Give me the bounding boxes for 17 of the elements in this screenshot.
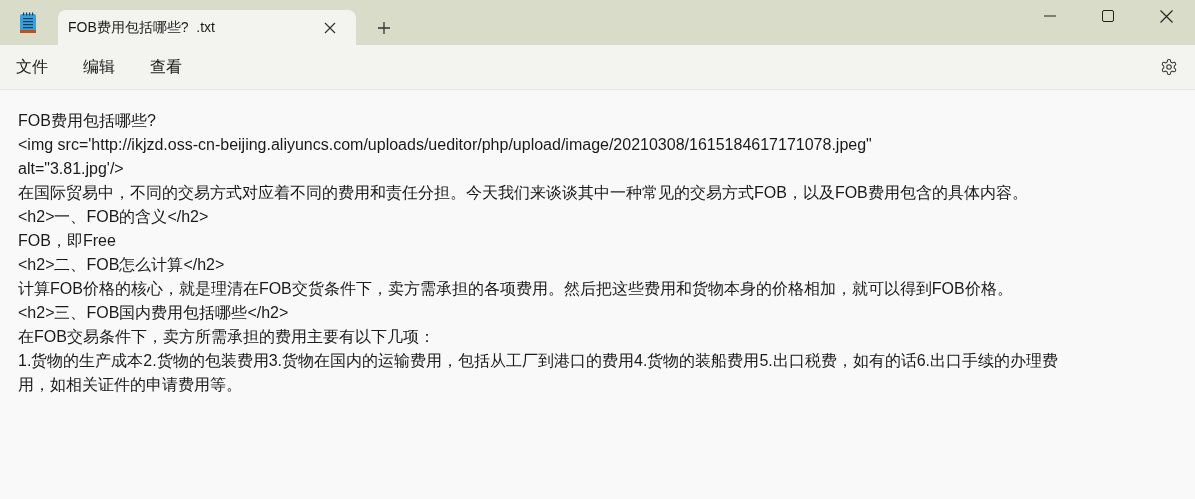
text-line: <h2>三、FOB国内费用包括哪些</h2> — [18, 303, 290, 323]
text-line: 在国际贸易中，不同的交易方式对应着不同的费用和责任分担。今天我们来谈谈其中一种常见的交易方式FOB，以及FOB费用包含的具体内容。 — [18, 183, 1029, 203]
text-line: <h2>二、FOB怎么计算</h2> — [18, 255, 226, 275]
file-tab[interactable]: FOB费用包括哪些? .txt — [58, 10, 356, 45]
notepad-icon — [19, 12, 37, 34]
text-line: FOB费用包括哪些? — [18, 111, 157, 131]
text-line: <h2>一、FOB的含义</h2> — [18, 207, 210, 227]
menu-item[interactable]: 编辑 — [72, 52, 126, 82]
menu-item[interactable]: 文件 — [5, 52, 59, 82]
text-line: 在FOB交易条件下，卖方所需承担的费用主要有以下几项： — [18, 327, 436, 347]
text-line: alt="3.81.jpg'/> — [18, 159, 125, 179]
text-line: 1.货物的生产成本2.货物的包装费用3.货物在国内的运输费用，包括从工厂到港口的费用4.货物的装船费用5.出口税费，如有的话6.出口手续的办理费 — [18, 351, 1060, 371]
text-line: FOB，即Free — [18, 231, 117, 251]
text-line: 用，如相关证件的申请费用等。 — [18, 375, 243, 395]
menu-item[interactable]: 查看 — [139, 52, 193, 82]
text-line: 计算FOB价格的核心，就是理清在FOB交货条件下，卖方需承担的各项费用。然后把这些费用和货物本身的价格相加，就可以得到FOB价格。 — [18, 279, 1014, 299]
text-line: <img src='http://ikjzd.oss-cn-beijing.aliyuncs.com/uploads/ueditor/php/upload/image/20210308/1615184617171078.jpeg" — [18, 135, 873, 155]
